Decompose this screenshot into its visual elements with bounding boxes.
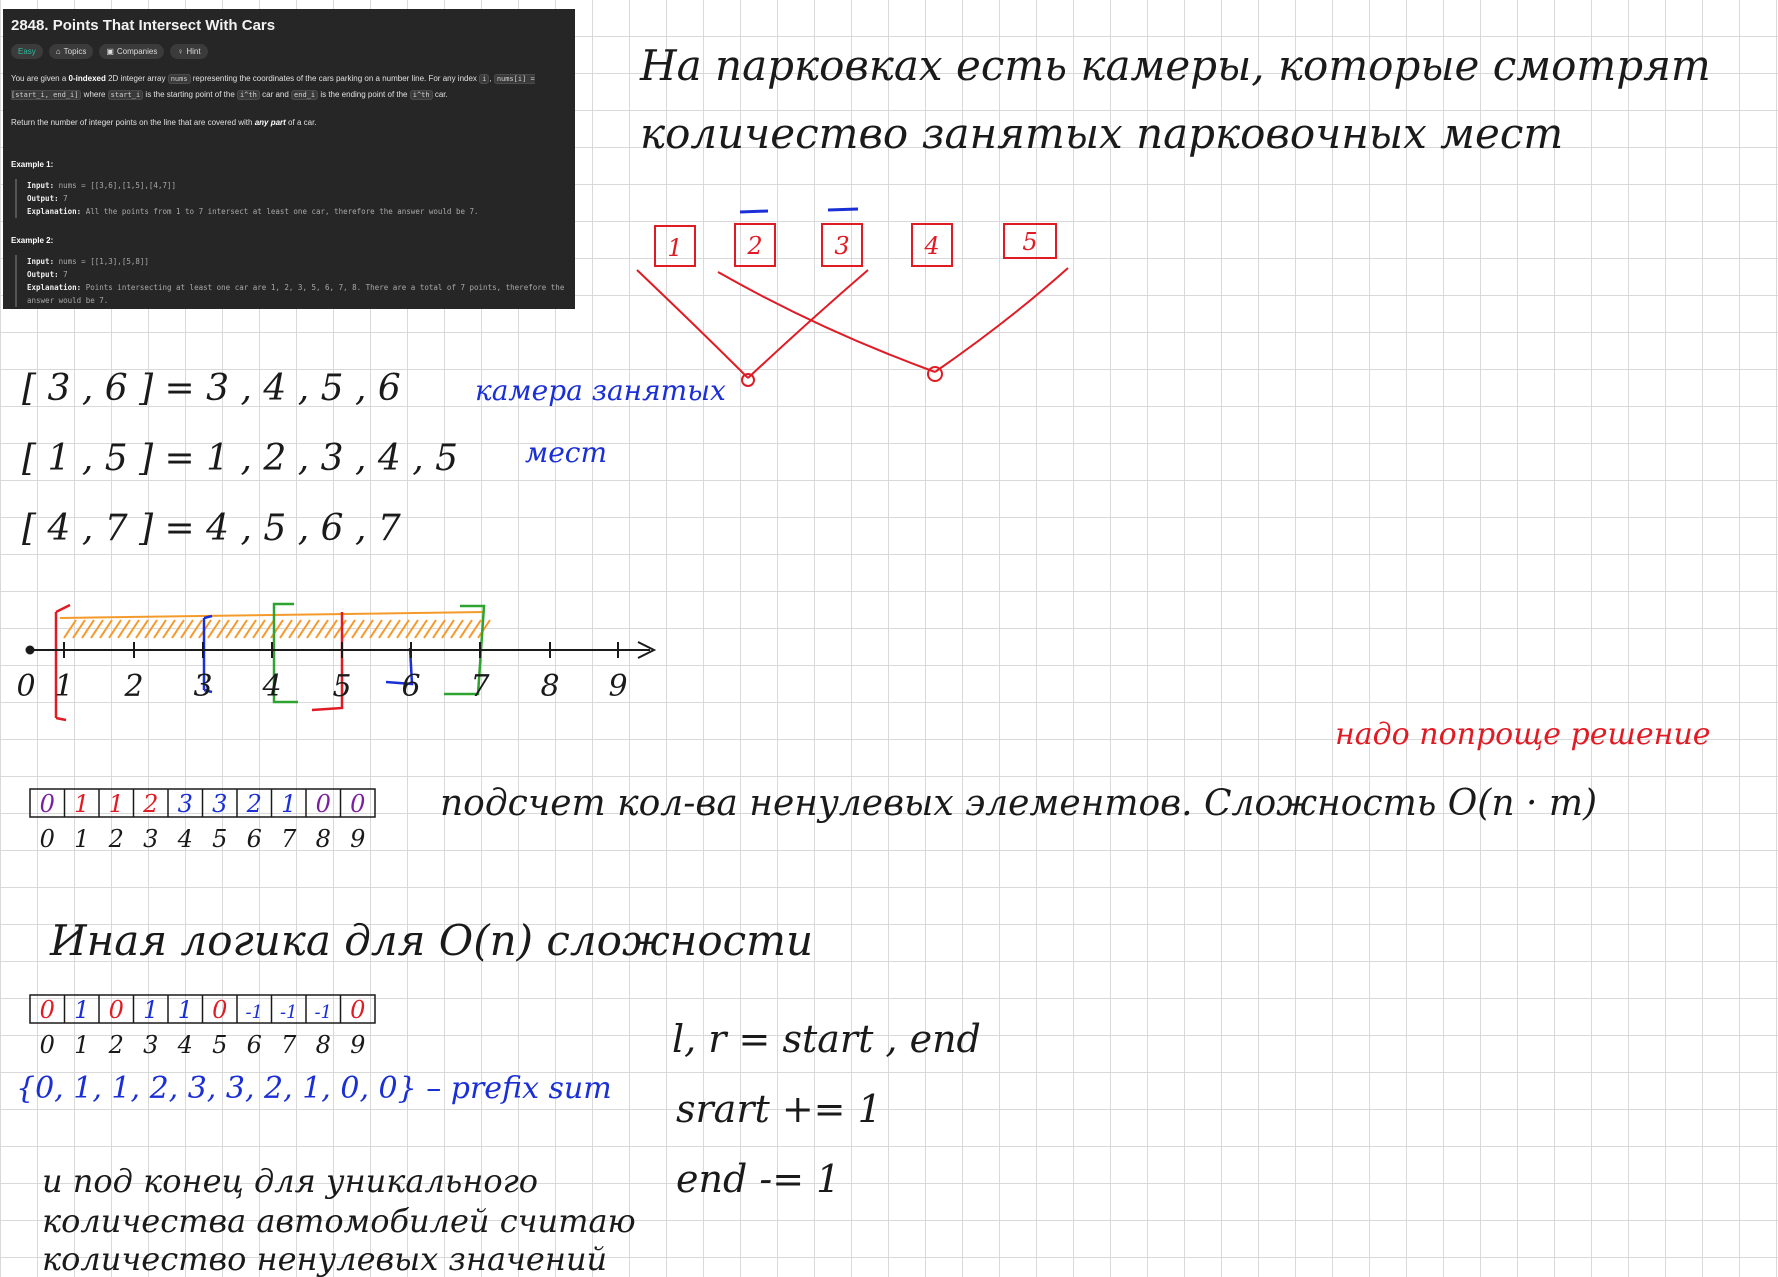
- camera-line: [747, 269, 869, 379]
- bottom-note-3: количество ненулевых значений: [42, 1240, 607, 1277]
- camera-line: [636, 269, 749, 379]
- array-cell-value: 1: [178, 996, 193, 1024]
- car-label: 2: [746, 232, 762, 260]
- axis-tick-label: 1: [54, 669, 73, 704]
- array-index: 9: [350, 1031, 365, 1059]
- array-index: 3: [143, 825, 158, 853]
- red-bracket-left: [55, 716, 67, 722]
- array-cell-value: 3: [178, 790, 193, 818]
- bottom-note-1: и под конец для уникального: [42, 1162, 538, 1200]
- array-cell-value: -1: [314, 1002, 332, 1023]
- prefix-sum-line: {0, 1, 1, 2, 3, 3, 2, 1, 0, 0} – prefix …: [16, 1071, 612, 1106]
- axis-tick-label: 2: [123, 669, 143, 704]
- array-cell-value: 1: [281, 790, 296, 818]
- car-label: 4: [923, 232, 939, 260]
- axis-tick-label: 5: [332, 669, 351, 704]
- array-cell-value: 0: [109, 996, 124, 1024]
- array-index: 2: [108, 825, 124, 853]
- array-index: 8: [316, 825, 331, 853]
- array-index: 1: [74, 1031, 89, 1059]
- array-cell-value: 0: [40, 790, 55, 818]
- array-index: 1: [74, 825, 89, 853]
- array-cell-value: 0: [40, 996, 55, 1024]
- camera-line: [934, 267, 1069, 373]
- end-decrement: end -= 1: [676, 1157, 840, 1201]
- array-cell-value: 3: [212, 790, 227, 818]
- range-3: [ 4 , 7 ] = 4 , 5 , 6 , 7: [22, 508, 401, 549]
- array-index: 6: [247, 825, 262, 853]
- note-line-2: количество занятых парковочных мест: [640, 109, 1563, 158]
- notes-canvas: На парковках есть камеры, которые смотря…: [16, 41, 1711, 1277]
- range-2: [ 1 , 5 ] = 1 , 2 , 3 , 4 , 5: [22, 438, 458, 479]
- array-index: 5: [212, 1031, 227, 1059]
- array-cell-value: 0: [350, 996, 365, 1024]
- cars-diagram: 1 2 3 4 5: [636, 207, 1069, 387]
- underline-mark: [827, 207, 859, 212]
- array-index: 4: [177, 1031, 193, 1059]
- camera-line: [717, 271, 936, 373]
- array-index: 0: [40, 825, 55, 853]
- array-index: 7: [281, 1031, 297, 1059]
- hatch-border: [59, 611, 485, 619]
- camera-label-2: мест: [525, 436, 607, 469]
- array-cell-value: 2: [142, 790, 158, 818]
- array-index: 8: [316, 1031, 331, 1059]
- axis-tick-label: 6: [401, 669, 420, 704]
- array-index: 2: [108, 1031, 124, 1059]
- array-cell-value: 0: [212, 996, 227, 1024]
- array-index: 9: [350, 825, 365, 853]
- array-cell-value: 1: [143, 996, 158, 1024]
- number-line: 01 2 3 4 5 6 7 8 9: [16, 602, 657, 722]
- alt-logic-heading: Иная логика для O(n) сложности: [49, 916, 813, 965]
- array-index: 5: [212, 825, 227, 853]
- axis-tick-label: 7: [470, 669, 490, 704]
- array-index: 0: [40, 1031, 55, 1059]
- array-cell-value: 1: [74, 996, 89, 1024]
- axis-tick-label: 4: [261, 669, 281, 704]
- range-1: [ 3 , 6 ] = 3 , 4 , 5 , 6: [22, 368, 401, 409]
- array-index: 3: [143, 1031, 158, 1059]
- lr-assignment: l, r = start , end: [672, 1017, 981, 1061]
- array-cell-value: 2: [246, 790, 262, 818]
- axis-tick-label: 3: [193, 669, 212, 704]
- camera-dot: [927, 366, 943, 382]
- bottom-note-2: количества автомобилей считаю: [42, 1202, 636, 1240]
- array-cell-value: -1: [280, 1002, 298, 1023]
- start-increment: srart += 1: [676, 1087, 882, 1131]
- array-index: 4: [177, 825, 193, 853]
- red-bracket-left: [55, 603, 71, 614]
- array-index: 6: [247, 1031, 262, 1059]
- camera-label-1: камера занятых: [475, 374, 726, 407]
- count-array: 00111223343526170809: [29, 788, 376, 853]
- underline-mark: [739, 209, 769, 214]
- car-label: 1: [667, 234, 682, 262]
- count-explanation: подсчет кол-ва ненулевых элементов. Слож…: [440, 783, 1597, 824]
- origin-dot: [25, 645, 35, 655]
- array-index: 7: [281, 825, 297, 853]
- axis-tick-label: 0: [16, 669, 35, 704]
- array-cell-value: 0: [350, 790, 365, 818]
- axis-tick-label: 8: [540, 669, 559, 704]
- car-label: 3: [834, 232, 849, 260]
- car-label: 5: [1022, 228, 1037, 256]
- note-line-1: На парковках есть камеры, которые смотря…: [639, 41, 1711, 90]
- need-simpler-solution: надо попроще решение: [1335, 717, 1711, 752]
- array-cell-value: 1: [74, 790, 89, 818]
- array-cell-value: -1: [245, 1002, 263, 1023]
- array-cell-value: 0: [316, 790, 331, 818]
- camera-dot: [741, 373, 755, 387]
- axis-tick-label: 9: [608, 669, 627, 704]
- diff-array: 001102131405-16-17-1809: [29, 994, 376, 1059]
- array-cell-value: 1: [109, 790, 124, 818]
